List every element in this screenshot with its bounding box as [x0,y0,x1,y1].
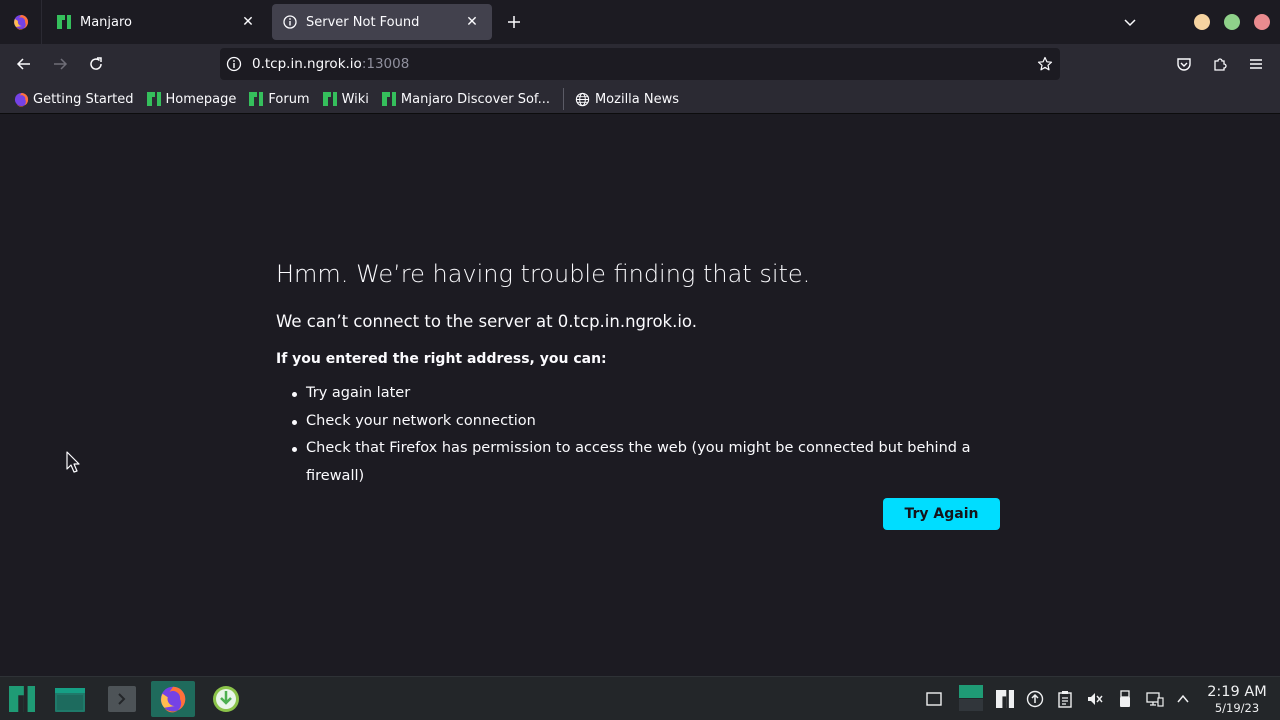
manjaro-icon [381,91,397,107]
plus-icon [508,16,520,28]
bookmark-label: Wiki [341,91,369,107]
suggestion-heading: If you entered the right address, you ca… [276,351,607,367]
url-port: :13008 [361,56,410,72]
error-title: Hmm. We’re having trouble finding that s… [276,260,811,288]
firefox-view-button[interactable] [0,0,42,44]
tab-title: Manjaro [80,14,133,30]
arrow-left-icon [16,58,30,70]
show-desktop-icon[interactable] [924,689,944,709]
pocket-icon [1177,58,1191,71]
usb-device-icon[interactable] [1115,689,1135,709]
forward-button[interactable] [48,52,72,76]
list-all-tabs-button[interactable] [1120,12,1140,32]
software-manager-button[interactable] [204,681,248,717]
try-again-button[interactable]: Try Again [883,498,1000,530]
firefox-icon [13,91,29,107]
extensions-button[interactable] [1208,52,1232,76]
list-item: Check your network connection [292,408,1006,436]
info-icon [282,14,298,30]
terminal-icon [108,686,136,712]
tab-manjaro[interactable]: Manjaro ✕ [46,4,268,40]
folder-icon [55,688,85,712]
window-maximize-button[interactable] [1224,14,1240,30]
site-info-icon[interactable] [226,56,242,72]
pocket-button[interactable] [1172,52,1196,76]
manjaro-icon [248,91,264,107]
close-icon[interactable]: ✕ [462,12,482,32]
download-icon [213,686,239,712]
list-item: Check that Firefox has permission to acc… [292,435,1006,490]
tab-strip: Manjaro ✕ Server Not Found ✕ [0,0,1280,44]
close-icon[interactable]: ✕ [238,12,258,32]
manjaro-settings-icon[interactable] [995,689,1015,709]
bookmark-star-icon[interactable] [1036,55,1054,73]
url-host: 0.tcp.in.ngrok.io [252,56,362,72]
reload-icon [90,57,102,70]
manjaro-icon [9,686,35,712]
network-wired-icon[interactable] [1145,689,1165,709]
bookmark-label: Mozilla News [594,91,680,107]
firefox-icon [13,15,28,30]
manjaro-icon [322,91,338,107]
bookmark-label: Getting Started [33,91,134,107]
clock-time: 2:19 AM [1207,684,1267,700]
manjaro-icon [56,14,72,30]
error-container: Hmm. We’re having trouble finding that s… [276,255,1006,490]
application-launcher-button[interactable] [0,681,44,717]
bookmarks-toolbar: Getting Started Homepage Forum Wiki Manj… [0,85,1280,114]
volume-muted-icon[interactable] [1085,689,1105,709]
mouse-cursor-icon [66,451,80,473]
error-description: We can’t connect to the server at 0.tcp.… [276,312,697,331]
globe-icon [575,91,591,107]
window-close-button[interactable] [1254,14,1270,30]
url-text[interactable]: 0.tcp.in.ngrok.io:13008 [252,56,409,72]
bookmark-mozilla-news[interactable]: Mozilla News [572,87,682,111]
tab-title: Server Not Found [306,14,420,30]
list-item: Try again later [292,380,1006,408]
firefox-taskbar-button[interactable] [151,681,195,717]
suggestion-list: Try again later Check your network conne… [276,380,1006,490]
digital-clock[interactable]: 2:19 AM 5/19/23 [1200,683,1274,715]
bookmark-label: Manjaro Discover Sof... [400,91,550,107]
bookmark-wiki[interactable]: Wiki [319,87,372,111]
reload-button[interactable] [84,52,108,76]
hamburger-icon [1250,59,1262,69]
new-tab-button[interactable] [504,12,524,32]
clipboard-icon[interactable] [1055,689,1075,709]
taskbar: 2:19 AM 5/19/23 [0,676,1280,720]
bookmark-label: Forum [268,91,310,107]
file-manager-button[interactable] [48,681,92,717]
chevron-up-icon[interactable] [1173,689,1193,709]
chevron-down-icon [1124,19,1136,27]
back-button[interactable] [12,52,36,76]
terminal-button[interactable] [100,681,144,717]
update-icon[interactable] [1025,689,1045,709]
puzzle-icon [1214,58,1227,71]
bookmark-manjaro-discover[interactable]: Manjaro Discover Sof... [378,87,553,111]
virtual-desktop-pager[interactable] [958,685,984,711]
window-minimize-button[interactable] [1194,14,1210,30]
manjaro-icon [146,91,162,107]
bookmark-getting-started[interactable]: Getting Started [10,87,137,111]
bookmark-label: Homepage [165,91,237,107]
bookmark-separator [562,88,564,110]
firefox-icon [160,686,186,713]
clock-date: 5/19/23 [1214,701,1260,715]
url-bar[interactable]: 0.tcp.in.ngrok.io:13008 [220,48,1060,80]
arrow-right-icon [54,58,68,70]
bookmark-homepage[interactable]: Homepage [143,87,240,111]
bookmark-forum[interactable]: Forum [245,87,312,111]
page-content: Hmm. We’re having trouble finding that s… [0,115,1280,676]
tab-server-not-found[interactable]: Server Not Found ✕ [272,4,492,40]
app-menu-button[interactable] [1244,52,1268,76]
